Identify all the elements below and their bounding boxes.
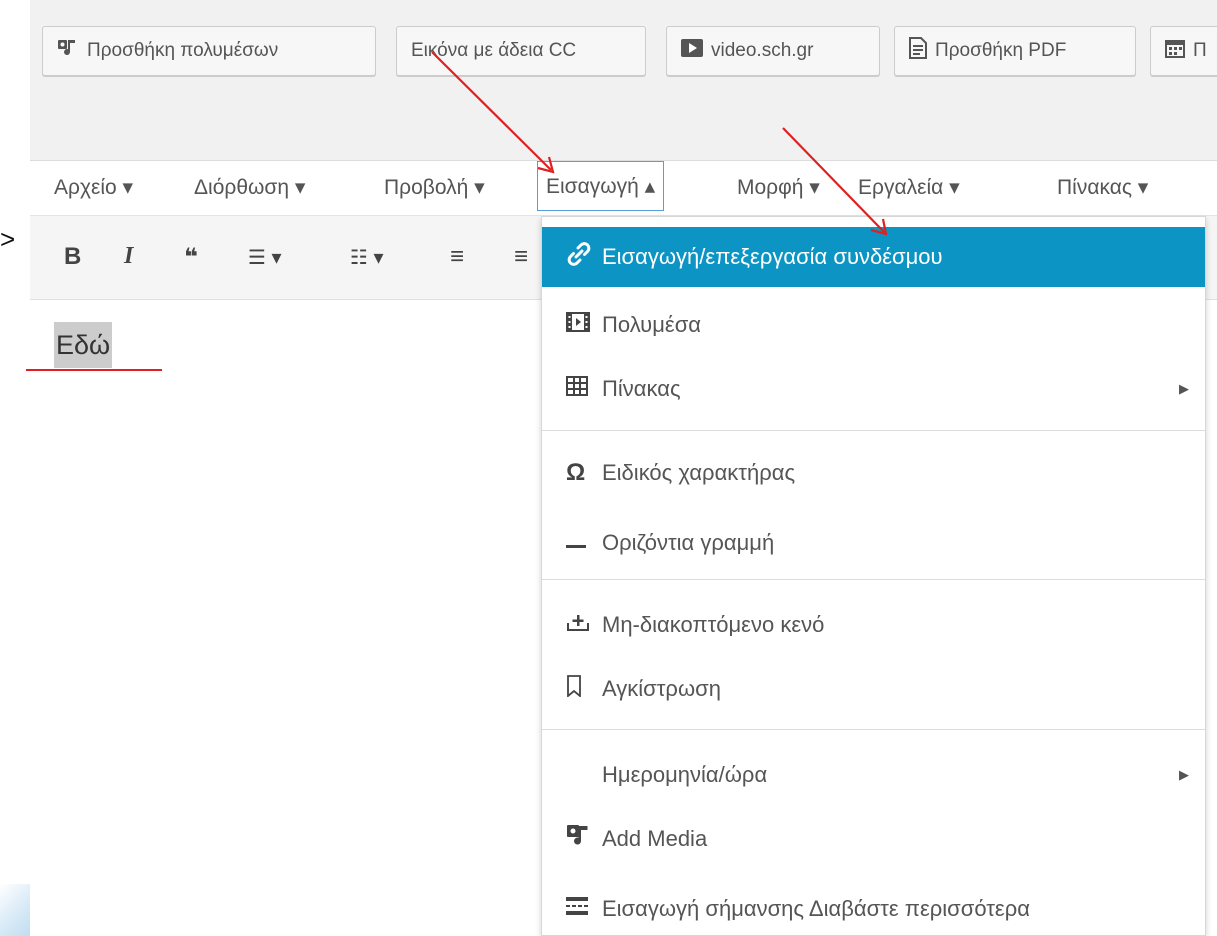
anchor-label: Αγκίστρωση — [602, 676, 721, 701]
menu-format[interactable]: Μορφή ▾ — [737, 160, 820, 214]
menu-divider — [542, 430, 1205, 431]
menu-file[interactable]: Αρχείο ▾ — [54, 160, 133, 214]
bookmark-icon — [566, 675, 602, 703]
calendar-icon — [1165, 38, 1185, 64]
italic-button[interactable]: I — [124, 243, 133, 270]
video-sch-button[interactable]: video.sch.gr — [666, 26, 880, 76]
cc-image-button[interactable]: Εικόνα με άδεια CC — [396, 26, 646, 76]
left-margin — [0, 0, 30, 936]
submenu-arrow-icon: ▶ — [1179, 767, 1189, 782]
media-buttons-bar — [30, 0, 1217, 160]
numbered-list-button[interactable]: ☷ ▾ — [350, 245, 384, 270]
insert-media-item[interactable]: Πολυμέσα — [542, 295, 1205, 355]
add-pdf-button[interactable]: Προσθήκη PDF — [894, 26, 1136, 76]
insert-link-item[interactable]: Εισαγωγή/επεξεργασία συνδέσμου — [542, 227, 1205, 287]
horizontal-line-label: Οριζόντια γραμμή — [602, 530, 775, 555]
annotation-underline — [26, 369, 162, 371]
menu-tools[interactable]: Εργαλεία ▾ — [858, 160, 960, 214]
menu-edit[interactable]: Διόρθωση ▾ — [194, 160, 305, 214]
nonbreaking-space-label: Μη-διακοπτόμενο κενό — [602, 612, 825, 637]
insert-table-label: Πίνακας — [602, 376, 681, 401]
read-more-icon — [566, 896, 602, 922]
media-icon — [566, 824, 602, 854]
menu-table[interactable]: Πίνακας ▾ — [1057, 160, 1148, 214]
film-icon — [566, 312, 602, 338]
align-left-button[interactable]: ≡ — [450, 243, 464, 271]
left-decoration — [0, 884, 30, 936]
calendar-button[interactable]: Π — [1150, 26, 1217, 76]
bold-button[interactable]: B — [64, 243, 81, 271]
insert-media-label: Πολυμέσα — [602, 312, 701, 337]
nonbreaking-space-item[interactable]: Μη-διακοπτόμενο κενό — [542, 595, 1205, 655]
insert-link-label: Εισαγωγή/επεξεργασία συνδέσμου — [602, 244, 943, 269]
menu-divider — [542, 729, 1205, 730]
horizontal-line-item[interactable]: Οριζόντια γραμμή — [542, 513, 1205, 573]
link-icon — [566, 241, 602, 273]
insert-table-item[interactable]: Πίνακας ▶ — [542, 359, 1205, 419]
calendar-label: Π — [1193, 40, 1207, 61]
submenu-arrow-icon: ▶ — [1179, 381, 1189, 396]
menu-view[interactable]: Προβολή ▾ — [384, 160, 485, 214]
bullet-list-button[interactable]: ☰ ▾ — [248, 245, 282, 270]
add-media-item[interactable]: Add Media — [542, 809, 1205, 869]
media-icon — [57, 38, 79, 64]
nbsp-icon — [566, 611, 602, 639]
menu-divider — [542, 579, 1205, 580]
add-media-label: Προσθήκη πολυμέσων — [87, 40, 279, 61]
cc-image-label: Εικόνα με άδεια CC — [411, 40, 577, 61]
menu-insert[interactable]: Εισαγωγή ▴ — [537, 161, 665, 211]
selected-text[interactable]: Εδώ — [54, 322, 113, 368]
video-sch-label: video.sch.gr — [711, 40, 814, 61]
read-more-label: Εισαγωγή σήμανσης Διαβάστε περισσότερα — [602, 896, 1030, 921]
omega-icon: Ω — [566, 459, 586, 486]
left-edge-glyph: > — [0, 224, 16, 254]
video-icon — [681, 39, 703, 63]
add-media-button[interactable]: Προσθήκη πολυμέσων — [42, 26, 376, 76]
special-character-label: Ειδικός χαρακτήρας — [602, 460, 796, 485]
date-time-item[interactable]: Ημερομηνία/ώρα ▶ — [542, 745, 1205, 805]
insert-menu-dropdown: Εισαγωγή/επεξεργασία συνδέσμου Πολυμέσα … — [541, 216, 1206, 936]
blockquote-button[interactable]: ❝ — [184, 243, 198, 272]
horizontal-line-icon — [566, 530, 602, 556]
add-media-label: Add Media — [602, 826, 708, 851]
pdf-icon — [909, 37, 927, 65]
align-center-button[interactable]: ≡ — [514, 243, 538, 271]
anchor-item[interactable]: Αγκίστρωση — [542, 659, 1205, 719]
table-icon — [566, 376, 602, 402]
add-pdf-label: Προσθήκη PDF — [935, 40, 1067, 61]
read-more-item[interactable]: Εισαγωγή σήμανσης Διαβάστε περισσότερα — [542, 879, 1205, 935]
date-time-label: Ημερομηνία/ώρα — [602, 762, 768, 787]
special-character-item[interactable]: Ω Ειδικός χαρακτήρας — [542, 443, 1205, 503]
